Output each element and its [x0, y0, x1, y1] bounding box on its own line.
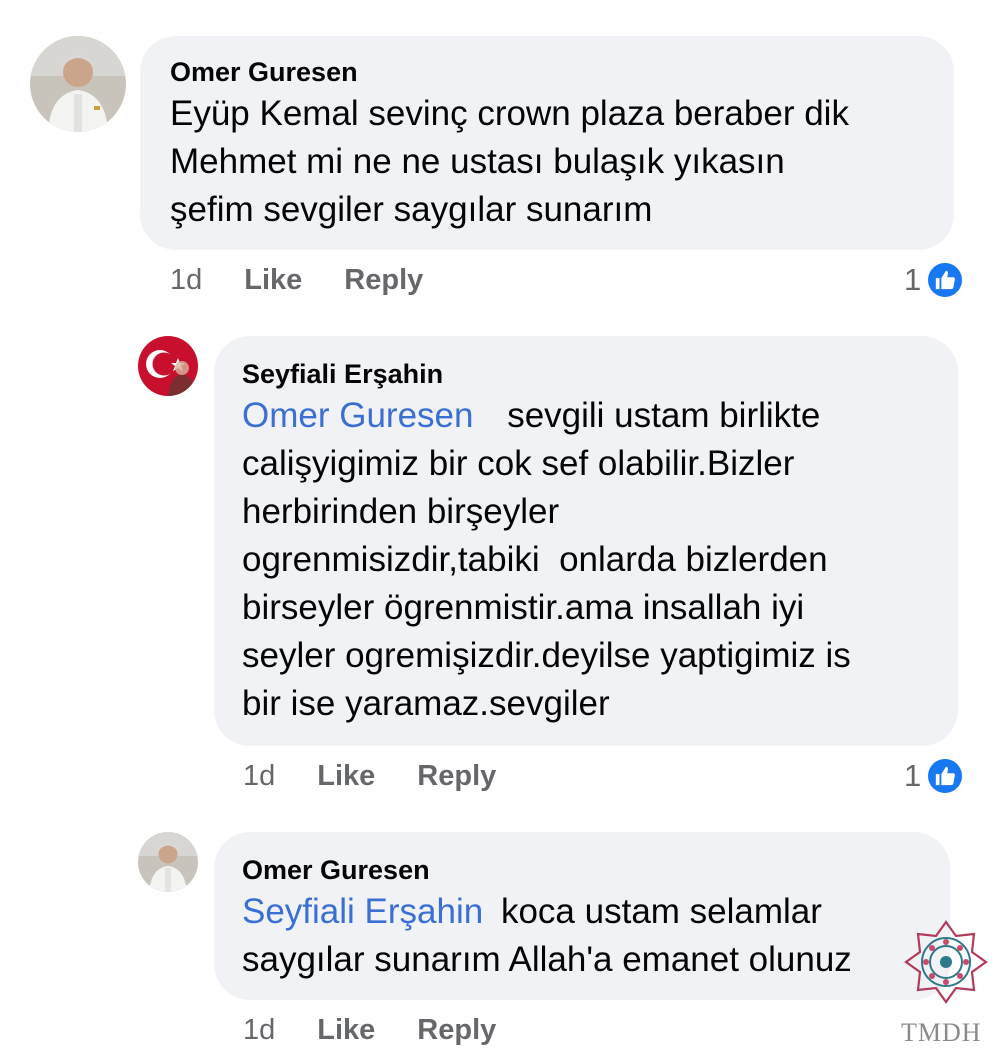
comment-timestamp[interactable]: 1d [243, 760, 275, 793]
comment-line-rest: sevgili ustam birlikte [507, 396, 821, 435]
avatar[interactable] [138, 832, 198, 892]
comment-actions: 1d Like Reply [170, 264, 423, 297]
reaction-summary[interactable]: 1 [904, 260, 966, 300]
comment-text: Omer Guresen sevgili ustam birlikte cali… [242, 392, 930, 728]
comment-bubble: Seyfiali Erşahin Omer Guresen sevgili us… [214, 336, 958, 746]
like-button[interactable]: Like [244, 264, 302, 297]
comment-author[interactable]: Omer Guresen [242, 854, 922, 886]
comment-bubble: Omer Guresen Seyfiali Erşahin koca ustam… [214, 832, 950, 1000]
reply-button[interactable]: Reply [417, 760, 496, 793]
flag-avatar-image [138, 336, 198, 396]
comment-line: Eyüp Kemal sevinç crown plaza beraber di… [170, 94, 849, 133]
reply-button[interactable]: Reply [344, 264, 423, 297]
comment-line: Mehmet mi ne ne ustası bulaşık yıkasın [170, 142, 785, 181]
comment-author[interactable]: Omer Guresen [170, 56, 924, 88]
chef-avatar-image [138, 832, 198, 892]
comment-line: saygılar sunarım Allah'a emanet olunuz [242, 940, 852, 979]
like-thumbs-up-icon [925, 756, 966, 796]
chef-avatar-image [30, 36, 126, 132]
reaction-summary[interactable]: 1 [904, 756, 966, 796]
comment-line: seyler ogremişizdir.deyilse yaptigimiz i… [242, 636, 851, 675]
comment-line: herbirinden birşeyler [242, 492, 560, 531]
avatar[interactable] [138, 336, 198, 396]
comment-line: calişyigimiz bir cok sef olabilir.Bizler [242, 444, 795, 483]
reaction-count: 1 [904, 758, 922, 793]
comment-line: şefim sevgiler saygılar sunarım [170, 190, 653, 229]
comment-line: birseyler ögrenmistir.ama insallah iyi [242, 588, 805, 627]
comment-timestamp[interactable]: 1d [170, 264, 202, 297]
mention-link[interactable]: Omer Guresen [242, 396, 473, 435]
mention-link[interactable]: Seyfiali Erşahin [242, 892, 483, 931]
comment-line: bir ise yaramaz.sevgiler [242, 684, 610, 723]
comment-text: Eyüp Kemal sevinç crown plaza beraber di… [170, 90, 924, 234]
comment-actions: 1d Like Reply [243, 1014, 496, 1047]
watermark-text: TMDH [901, 1018, 982, 1047]
comment-author[interactable]: Seyfiali Erşahin [242, 358, 930, 390]
comment-timestamp[interactable]: 1d [243, 1014, 275, 1047]
comment-line: ogrenmisizdir,tabiki onlarda bizlerden [242, 540, 828, 579]
comment-line: Seyfiali Erşahin koca ustam selamlar [242, 888, 922, 936]
comment-bubble: Omer Guresen Eyüp Kemal sevinç crown pla… [140, 36, 954, 250]
comment-line-rest: koca ustam selamlar [500, 892, 822, 931]
comment-line: Omer Guresen sevgili ustam birlikte [242, 392, 930, 440]
comment-text: Seyfiali Erşahin koca ustam selamlar say… [242, 888, 922, 984]
like-button[interactable]: Like [317, 1014, 375, 1047]
comment-actions: 1d Like Reply [243, 760, 496, 793]
avatar[interactable] [30, 36, 126, 132]
reaction-count: 1 [904, 262, 922, 297]
reply-button[interactable]: Reply [417, 1014, 496, 1047]
like-button[interactable]: Like [317, 760, 375, 793]
like-thumbs-up-icon [925, 260, 966, 300]
